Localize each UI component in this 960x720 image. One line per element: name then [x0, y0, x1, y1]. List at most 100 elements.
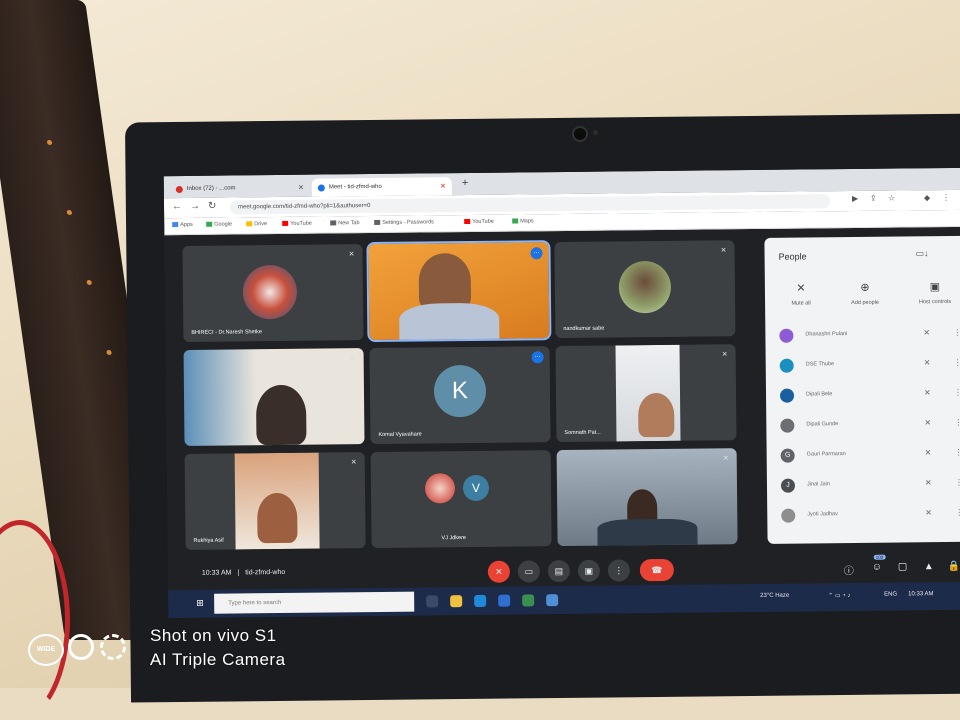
participant-avatar: G: [780, 448, 795, 463]
mic-off-icon: ✕: [721, 351, 728, 359]
webcam-led: [593, 130, 598, 135]
bookmark-apps[interactable]: Apps: [172, 222, 193, 228]
people-icon[interactable]: ☺: [872, 562, 882, 573]
extensions-icon[interactable]: ◆: [924, 193, 930, 202]
lock-icon[interactable]: 🔒: [948, 561, 960, 572]
bookmark-new-tab[interactable]: New Tab: [330, 220, 360, 226]
bookmark-settings[interactable]: Settings - Passwords: [374, 219, 434, 226]
letter-avatar: K: [433, 364, 487, 418]
more-options-button[interactable]: ⋮: [607, 559, 630, 582]
participant-row[interactable]: Jyoti Jadhav ✕ ⋮: [777, 502, 960, 530]
mail-icon[interactable]: [498, 594, 511, 607]
mic-off-icon: ✕: [923, 328, 931, 338]
participant-tile-speaking[interactable]: ⋯: [366, 240, 552, 343]
chat-icon[interactable]: ▢: [898, 561, 908, 572]
laptop-screen: Inbox (72) - ...com ✕ Meet - tid-zfmd-wh…: [163, 167, 960, 619]
lens-ring-icon: [68, 634, 94, 660]
weather-widget[interactable]: 23°C Haze: [760, 593, 789, 599]
browser-tab-meet[interactable]: Meet - tid-zfmd-who ✕: [311, 177, 452, 197]
meeting-time: 10:33 AM | tid-zfmd-who: [201, 568, 286, 577]
participant-row[interactable]: Dipali Bele ✕ ⋮: [776, 382, 960, 410]
participant-row[interactable]: DSE Thube ✕ ⋮: [776, 352, 960, 380]
meet-icon: [317, 184, 325, 192]
forward-icon[interactable]: →: [190, 201, 200, 212]
mic-toggle-button[interactable]: ✕: [487, 560, 510, 583]
captions-button[interactable]: ▤: [547, 559, 570, 583]
store-icon[interactable]: [522, 594, 535, 607]
activities-icon[interactable]: ▲: [924, 561, 934, 572]
host-controls-icon: ▣: [929, 281, 941, 294]
leave-call-button[interactable]: ☎: [639, 558, 674, 582]
camera-status-icon[interactable]: ▶: [852, 194, 858, 203]
close-icon[interactable]: ✕: [298, 184, 304, 192]
participant-count-badge: 100: [873, 554, 886, 560]
people-panel: People ▭↓ ✕ Mute all ⊕ Add people ▣ Host…: [764, 235, 960, 544]
more-options-icon[interactable]: ⋮: [955, 448, 960, 457]
participant-name: Somnath Pat...: [564, 429, 601, 437]
host-controls-button[interactable]: ▣ Host controls: [905, 280, 960, 306]
participant-avatar: [780, 418, 795, 433]
participant-tile[interactable]: ✕ Somnath Pat...: [555, 344, 737, 443]
menu-icon[interactable]: ⋮: [942, 193, 950, 202]
participant-row-name: Jyoti Jadhav: [807, 511, 838, 518]
panel-title: People: [778, 251, 807, 262]
bookmark-maps[interactable]: Maps: [512, 218, 534, 224]
participant-tile[interactable]: K ⋯ Komal Vyavahare: [369, 346, 551, 445]
participant-name: nandkumar sabe: [563, 325, 605, 333]
participant-row-name: Jinal Jain: [806, 481, 830, 488]
logo-avatar: [242, 264, 298, 320]
camera-toggle-button[interactable]: ▭: [517, 560, 540, 583]
participant-tile[interactable]: ✕: [556, 448, 738, 547]
more-options-icon[interactable]: ⋮: [954, 418, 960, 427]
participant-tile[interactable]: ✕ BHIRECI - Dr.Naresh Shetke: [182, 244, 364, 343]
participant-row[interactable]: Dhanashri Pulani ✕ ⋮: [775, 322, 960, 350]
file-explorer-icon[interactable]: [450, 595, 463, 608]
language-indicator[interactable]: ENG: [884, 592, 897, 598]
add-people-button[interactable]: ⊕ Add people: [835, 281, 895, 307]
windows-start-icon[interactable]: ⊞: [196, 598, 204, 609]
more-options-icon[interactable]: ⋮: [954, 388, 960, 397]
bookmark-youtube-2[interactable]: YouTube: [464, 219, 494, 225]
new-tab-button[interactable]: +: [462, 177, 469, 189]
action-label: Add people: [851, 299, 880, 307]
strap-hole: [66, 210, 73, 215]
more-options-icon[interactable]: ⋮: [955, 508, 960, 517]
panel-header-icons[interactable]: ▭↓: [915, 248, 928, 259]
gmail-icon: [175, 185, 183, 193]
share-icon[interactable]: ⇪: [870, 194, 877, 203]
back-icon[interactable]: ←: [172, 201, 182, 212]
taskbar-search-input[interactable]: Type here to search: [214, 591, 415, 614]
participant-tile[interactable]: ✕ Rukhiya Asif: [184, 452, 366, 550]
star-icon[interactable]: ☆: [888, 194, 895, 203]
edge-icon[interactable]: [474, 594, 487, 607]
bookmark-google[interactable]: Google: [206, 221, 232, 228]
participant-row[interactable]: Dipali Gunde ✕ ⋮: [776, 412, 960, 440]
more-options-icon[interactable]: ⋮: [954, 358, 960, 367]
profile-photo: [618, 260, 672, 314]
participant-row[interactable]: J Jinal Jain ✕ ⋮: [777, 472, 960, 500]
participant-name: VJ Jdkere: [441, 535, 467, 542]
system-tray-icons[interactable]: ⌃ ▭ ◔ ♪: [828, 592, 850, 599]
participant-tile[interactable]: V VJ Jdkere: [370, 450, 552, 549]
participant-tile[interactable]: ✕ nandkumar sabe: [554, 240, 736, 339]
chrome-icon[interactable]: [546, 594, 559, 607]
browser-tab-inbox[interactable]: Inbox (72) - ...com ✕: [170, 179, 310, 198]
participant-tile[interactable]: ✕: [183, 348, 365, 446]
more-options-icon[interactable]: ⋮: [953, 328, 960, 337]
more-options-icon[interactable]: ⋮: [955, 478, 960, 487]
mic-off-icon: ✕: [925, 508, 933, 518]
info-icon[interactable]: ⓘ: [844, 562, 854, 577]
participant-row-name: Gauri Parmaran: [806, 451, 846, 458]
participant-row-name: Dipali Bele: [805, 391, 833, 398]
tab-label: Inbox (72) - ...com: [186, 185, 236, 192]
close-icon[interactable]: ✕: [440, 182, 446, 190]
bookmark-youtube[interactable]: YouTube: [282, 221, 312, 227]
present-button[interactable]: ▣: [577, 559, 600, 582]
taskbar-clock[interactable]: 10:33 AM: [908, 591, 933, 597]
task-view-icon[interactable]: [426, 595, 439, 608]
participant-row[interactable]: G Gauri Parmaran ✕ ⋮: [777, 442, 960, 470]
bookmark-drive[interactable]: Drive: [246, 221, 267, 227]
add-person-icon: ⊕: [860, 281, 870, 294]
reload-icon[interactable]: ↻: [208, 201, 217, 212]
mute-all-button[interactable]: ✕ Mute all: [771, 281, 831, 307]
